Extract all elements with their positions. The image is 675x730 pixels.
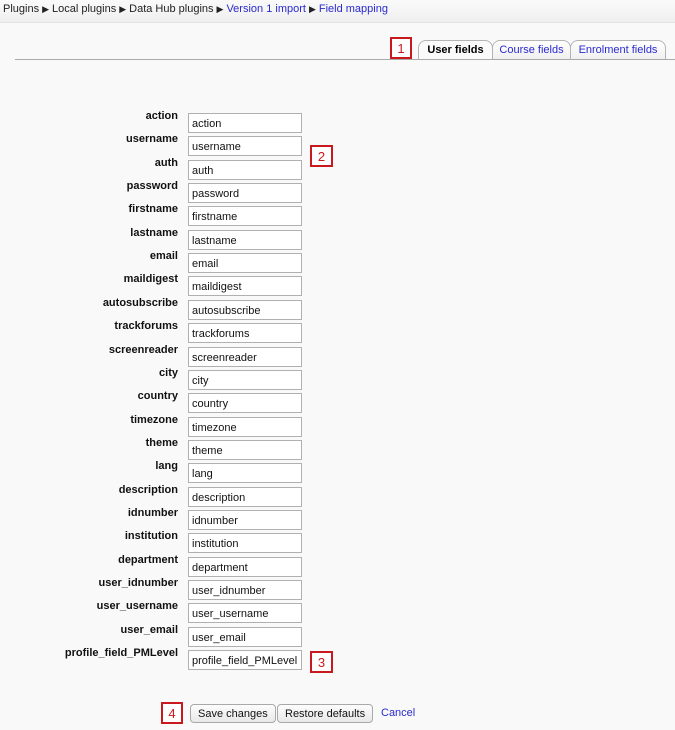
- breadcrumb-version-1-import[interactable]: Version 1 import: [226, 3, 305, 15]
- field-input-city[interactable]: [188, 370, 302, 390]
- field-label: firstname: [128, 203, 178, 215]
- breadcrumb-separator-icon: ▶: [216, 4, 224, 14]
- field-label: action: [145, 110, 178, 122]
- field-row: timezone: [0, 414, 400, 437]
- field-row: country: [0, 390, 400, 413]
- field-label: auth: [154, 157, 178, 169]
- save-changes-button[interactable]: Save changes: [190, 704, 276, 723]
- field-label: country: [137, 390, 178, 402]
- field-label: timezone: [130, 414, 178, 426]
- field-row: username: [0, 133, 400, 156]
- field-input-country[interactable]: [188, 393, 302, 413]
- annotation-marker-3: 3: [310, 651, 333, 673]
- field-input-firstname[interactable]: [188, 206, 302, 226]
- field-input-description[interactable]: [188, 487, 302, 507]
- field-input-department[interactable]: [188, 557, 302, 577]
- field-row: trackforums: [0, 320, 400, 343]
- field-label: screenreader: [108, 344, 178, 356]
- field-input-theme[interactable]: [188, 440, 302, 460]
- field-label: autosubscribe: [102, 297, 178, 309]
- breadcrumb: Plugins ▶ Local plugins ▶ Data Hub plugins ▶ V…: [3, 3, 388, 15]
- tab-course-fields[interactable]: Course fields: [492, 40, 571, 59]
- breadcrumb-plugins: Plugins: [3, 3, 40, 15]
- field-label: maildigest: [123, 273, 178, 285]
- field-row: lastname: [0, 227, 400, 250]
- field-input-user-idnumber[interactable]: [188, 580, 302, 600]
- field-input-screenreader[interactable]: [188, 347, 302, 367]
- field-label: theme: [145, 437, 178, 449]
- field-label: lang: [155, 460, 178, 472]
- field-input-username[interactable]: [188, 136, 302, 156]
- field-row: institution: [0, 530, 400, 553]
- field-label: profile_field_PMLevel: [64, 647, 178, 659]
- restore-defaults-button[interactable]: Restore defaults: [277, 704, 374, 723]
- tab-user-fields[interactable]: User fields: [418, 40, 493, 60]
- field-row: description: [0, 484, 400, 507]
- field-row: theme: [0, 437, 400, 460]
- field-input-password[interactable]: [188, 183, 302, 203]
- field-input-action[interactable]: [188, 113, 302, 133]
- tab-divider: [15, 59, 675, 60]
- field-label: lastname: [130, 227, 178, 239]
- field-input-maildigest[interactable]: [188, 276, 302, 296]
- field-row: maildigest: [0, 273, 400, 296]
- breadcrumb-separator-icon: ▶: [308, 4, 316, 14]
- field-row: profile_field_PMLevel: [0, 647, 400, 670]
- field-label: city: [159, 367, 178, 379]
- breadcrumb-separator-icon: ▶: [42, 4, 49, 14]
- field-row: password: [0, 180, 400, 203]
- field-input-auth[interactable]: [188, 160, 302, 180]
- field-label: user_username: [96, 600, 178, 612]
- field-label: description: [118, 484, 178, 496]
- field-row: city: [0, 367, 400, 390]
- field-label: user_email: [120, 624, 178, 636]
- field-input-institution[interactable]: [188, 533, 302, 553]
- breadcrumb-local-plugins: Local plugins: [52, 3, 117, 15]
- field-row: user_email: [0, 624, 400, 647]
- field-input-email[interactable]: [188, 253, 302, 273]
- field-input-user-username[interactable]: [188, 603, 302, 623]
- field-input-idnumber[interactable]: [188, 510, 302, 530]
- field-label: department: [118, 554, 178, 566]
- field-label: idnumber: [127, 507, 178, 519]
- field-input-user-email[interactable]: [188, 627, 302, 647]
- breadcrumb-field-mapping[interactable]: Field mapping: [319, 3, 388, 15]
- field-row: autosubscribe: [0, 297, 400, 320]
- field-row: idnumber: [0, 507, 400, 530]
- annotation-marker-1: 1: [390, 37, 412, 59]
- field-label: username: [126, 133, 178, 145]
- field-row: auth: [0, 157, 400, 180]
- field-row: department: [0, 554, 400, 577]
- field-input-lastname[interactable]: [188, 230, 302, 250]
- field-row: screenreader: [0, 344, 400, 367]
- cancel-link[interactable]: Cancel: [381, 707, 415, 719]
- field-input-lang[interactable]: [188, 463, 302, 483]
- field-row: user_idnumber: [0, 577, 400, 600]
- field-input-autosubscribe[interactable]: [188, 300, 302, 320]
- field-label: email: [149, 250, 178, 262]
- field-label: password: [126, 180, 178, 192]
- field-label: user_idnumber: [98, 577, 178, 589]
- field-label: institution: [124, 530, 178, 542]
- field-input-profile-field-pmlevel[interactable]: [188, 650, 302, 670]
- field-row: firstname: [0, 203, 400, 226]
- field-input-trackforums[interactable]: [188, 323, 302, 343]
- field-row: email: [0, 250, 400, 273]
- annotation-marker-4: 4: [161, 702, 183, 724]
- field-row: action: [0, 110, 400, 133]
- field-input-timezone[interactable]: [188, 417, 302, 437]
- tab-enrolment-fields[interactable]: Enrolment fields: [570, 40, 666, 59]
- field-label: trackforums: [114, 320, 178, 332]
- breadcrumb-separator-icon: ▶: [119, 4, 127, 14]
- annotation-marker-2: 2: [310, 145, 333, 167]
- breadcrumb-data-hub-plugins: Data Hub plugins: [129, 3, 214, 15]
- field-row: lang: [0, 460, 400, 483]
- field-row: user_username: [0, 600, 400, 623]
